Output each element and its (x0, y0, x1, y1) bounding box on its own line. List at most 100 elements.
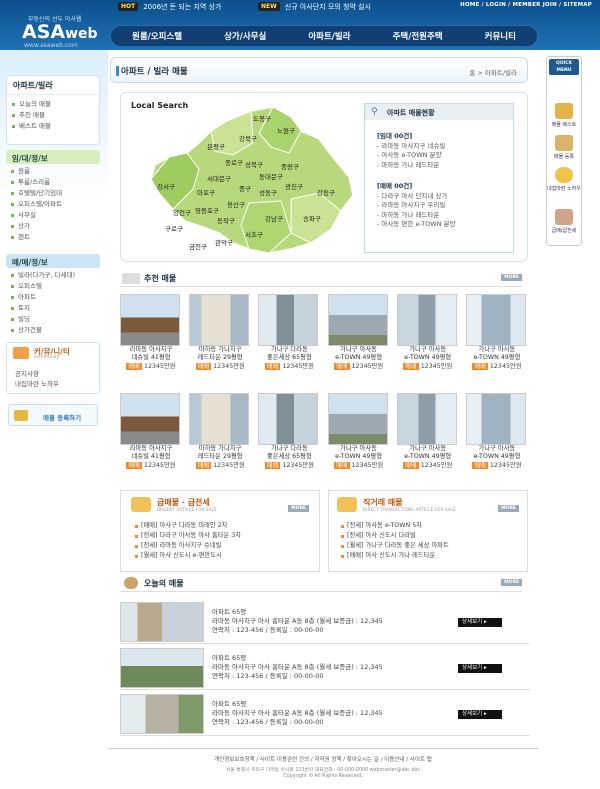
listing-photo[interactable] (465, 294, 526, 346)
district-label[interactable]: 강남구 (265, 214, 283, 223)
urgent-item[interactable]: [월세] 아사 신도시 e-편한도시 (133, 551, 241, 561)
status-item[interactable]: - 아사동 편한 e-TOWN 분양 (377, 220, 456, 230)
urgent-item[interactable]: [전세] 다라구 아사동 아사 홈타운 3차 (133, 531, 241, 541)
today-address[interactable]: 라마동 아사지구 아사 홈타운 A동 8층 (월세 보증금) : 12,345 (212, 663, 383, 672)
logo[interactable]: ASAweb (22, 21, 98, 43)
sidebar-item[interactable]: 빌라(다가구, 다세대) (6, 270, 100, 281)
district-label[interactable]: 서대문구 (207, 174, 231, 183)
listing-photo[interactable] (258, 393, 319, 445)
listing-name[interactable]: 좋은세상 65평형 (258, 453, 320, 461)
district-label[interactable]: 광진구 (285, 182, 303, 191)
status-item[interactable]: - 라마동 아사지구 네슈빌 (377, 142, 445, 152)
footer-links[interactable]: 개인정보보호정책 / 사이트 이용관련 건의 / 저작권 정책 / 찾아오시는 … (108, 755, 538, 763)
direct-item[interactable]: [전세] 아사동 e-TOWN 5차 (339, 521, 449, 531)
top-links[interactable]: HOME / LOGIN / MEMBER JOIN / SITEMAP (460, 2, 592, 8)
detail-button[interactable]: 상세보기 ▸ (458, 710, 502, 719)
district-label[interactable]: 양천구 (173, 208, 191, 217)
district-label[interactable]: 서초구 (245, 230, 263, 239)
district-label[interactable]: 성북구 (245, 160, 263, 169)
district-label[interactable]: 도봉구 (253, 115, 271, 123)
sidebar-item[interactable]: 상가건물 (6, 325, 100, 336)
quick-best[interactable]: 매물 베스트 (547, 103, 581, 128)
status-item[interactable]: - 라마동 아사지구 우리빌 (377, 201, 456, 211)
urgent-item[interactable]: [매매] 아사구 다라동 미래안 2차 (133, 521, 241, 531)
listing-location[interactable]: 가나구 아사동 (466, 445, 528, 453)
district-label[interactable]: 마포구 (197, 188, 215, 197)
register-button[interactable]: 매물 등록하기 (8, 404, 98, 426)
listing-name[interactable]: 레드타운 29평형 (189, 453, 251, 461)
listing-photo[interactable] (120, 294, 180, 346)
listing-card[interactable]: 마하동 가나지구 레드타운 29평형 매매 12345만원 (189, 294, 251, 371)
listing-photo[interactable] (120, 393, 180, 445)
nav-oneroom[interactable]: 원룸/오피스텔 (132, 30, 182, 42)
listing-card[interactable]: 가나구 아사동 e-TOWN 49평형 매매 12345만원 (396, 294, 459, 371)
listing-card[interactable]: 가나구 아사동 e-TOWN 49평형 매매 12345만원 (465, 393, 528, 470)
district-label[interactable]: 동작구 (217, 216, 235, 225)
sidebar-item[interactable]: 호텔텔/단기임대 (6, 188, 100, 199)
direct-item[interactable]: [전세] 아사 신도시 다라빌 (339, 531, 449, 541)
district-label[interactable]: 금천구 (189, 242, 207, 251)
listing-location[interactable]: 가나구 아사동 (328, 346, 390, 354)
ticker-hot[interactable]: HOT 2006년 돈 되는 지역 상가 (118, 0, 221, 13)
listing-name[interactable]: e-TOWN 49평형 (397, 354, 459, 362)
sidebar-item[interactable]: 사무실 (6, 210, 100, 221)
listing-card[interactable]: 가나구 아사동 e-TOWN 49평형 매매 12345만원 (396, 393, 459, 470)
listing-photo[interactable] (396, 294, 457, 346)
listing-location[interactable]: 마하동 가나지구 (189, 346, 251, 354)
sidebar-item-best[interactable]: 베스트 매물 (7, 121, 99, 132)
listing-card[interactable]: 마하동 가나지구 레드타운 29평형 매매 12345만원 (189, 393, 251, 470)
sidebar-item-recommend[interactable]: 추천 매물 (7, 110, 99, 121)
district-label[interactable]: 동대문구 (259, 173, 283, 181)
district-label[interactable]: 구로구 (165, 225, 183, 233)
listing-card[interactable]: 라마동 아사지구 네슈빌 41평형 매매 12345만원 (120, 393, 182, 470)
sidebar-item[interactable]: 오피스텔 (6, 281, 100, 292)
sidebar-item[interactable]: 오피스텔/아파트 (6, 199, 100, 210)
today-photo[interactable] (120, 694, 204, 734)
nav-house[interactable]: 주택/전원주택 (393, 30, 443, 42)
listing-name[interactable]: e-TOWN 49평형 (466, 453, 528, 461)
listing-card[interactable]: 가나구 다라동 좋은세상 65평형 매매 12345만원 (258, 294, 320, 371)
sidebar-item[interactable]: 상가 (6, 221, 100, 232)
community-howto[interactable]: 내집마련 노하우 (15, 379, 59, 389)
listing-photo[interactable] (258, 294, 319, 346)
district-label[interactable]: 은평구 (207, 142, 225, 151)
listing-photo[interactable] (327, 294, 388, 346)
listing-photo[interactable] (189, 393, 250, 445)
listing-card[interactable]: 가나구 아사동 e-TOWN 49평형 매매 12345만원 (465, 294, 528, 371)
quick-urgent[interactable]: 급매/급전세 (547, 209, 581, 234)
status-item[interactable]: - 아사동 e-TOWN 분양 (377, 151, 445, 161)
listing-location[interactable]: 가나구 다라동 (258, 346, 320, 354)
ticker-new[interactable]: NEW 신규 아사단지 모의 청약 실시 (258, 0, 371, 13)
today-address[interactable]: 라마동 아사지구 아사 홈타운 A동 8층 (월세 보증금) : 12,345 (212, 617, 383, 626)
community-notice[interactable]: 공지사항 (15, 369, 59, 379)
detail-button[interactable]: 상세보기 ▸ (458, 664, 502, 673)
listing-name[interactable]: 네슈빌 41평형 (120, 354, 182, 362)
district-label[interactable]: 중랑구 (281, 163, 299, 171)
listing-card[interactable]: 가나구 아사동 e-TOWN 49평형 매매 12345만원 (327, 393, 390, 470)
listing-name[interactable]: 좋은세상 65평형 (258, 354, 320, 362)
direct-item[interactable]: [월세] 가나구 다라동 좋은 세상 아파트 (339, 541, 449, 551)
listing-location[interactable]: 가나구 아사동 (466, 346, 528, 354)
sidebar-item[interactable]: 아파트 (6, 292, 100, 303)
sidebar-item-today[interactable]: 오늘의 매물 (7, 99, 99, 110)
listing-card[interactable]: 가나구 아사동 e-TOWN 49평형 매매 12345만원 (327, 294, 390, 371)
status-item[interactable]: - 다라구 아사 단지내 상가 (377, 192, 456, 202)
listing-location[interactable]: 라마동 아사지구 (120, 445, 182, 453)
nav-store[interactable]: 상가/사무실 (224, 30, 266, 42)
district-label[interactable]: 송파구 (303, 214, 321, 223)
district-label[interactable]: 노원구 (277, 126, 295, 135)
sidebar-item[interactable]: 투룸/스리룸 (6, 177, 100, 188)
detail-button[interactable]: 상세보기 ▸ (458, 618, 502, 627)
listing-card[interactable]: 라마동 아사지구 네슈빌 41평형 매매 12345만원 (120, 294, 182, 371)
listing-name[interactable]: e-TOWN 49평형 (328, 453, 390, 461)
listing-location[interactable]: 마하동 가나지구 (189, 445, 251, 453)
sidebar-item[interactable]: 빌딩 (6, 314, 100, 325)
direct-more-button[interactable]: MORE (498, 505, 519, 512)
sidebar-item[interactable]: 토지 (6, 303, 100, 314)
status-item[interactable]: - 마하동 가나 레드타운 (377, 161, 445, 171)
listing-location[interactable]: 가나구 아사동 (397, 346, 459, 354)
listing-photo[interactable] (465, 393, 526, 445)
quick-register[interactable]: 매물 등록 (547, 135, 581, 160)
listing-photo[interactable] (189, 294, 250, 346)
direct-item[interactable]: [매매] 아사 신도시 가나 레드타운 (339, 551, 449, 561)
